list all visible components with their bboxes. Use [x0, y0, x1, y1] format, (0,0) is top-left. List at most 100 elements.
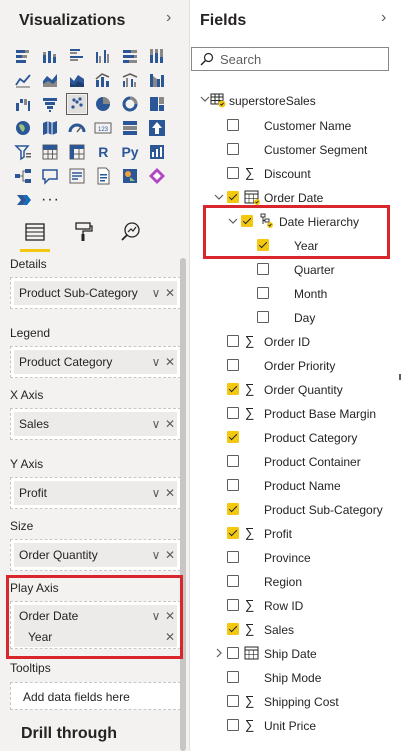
field-row[interactable]: ∑ Product Base Margin — [191, 401, 402, 425]
field-checkbox[interactable] — [227, 671, 239, 683]
collapse-fields-chevron-icon[interactable]: › — [381, 9, 386, 27]
y-axis-field-chip[interactable]: Profit ∨ ✕ — [14, 481, 177, 505]
field-checkbox[interactable] — [227, 359, 239, 371]
line-chart-icon[interactable] — [10, 68, 37, 92]
search-input[interactable] — [220, 51, 370, 67]
matrix-icon[interactable] — [63, 140, 90, 164]
clustered-column-chart-icon[interactable] — [90, 44, 117, 68]
close-icon[interactable]: ✕ — [163, 355, 177, 369]
treemap-icon[interactable] — [143, 92, 170, 116]
field-row[interactable]: Customer Name — [191, 113, 402, 137]
field-row[interactable]: Region — [191, 569, 402, 593]
field-row[interactable]: Day — [191, 305, 402, 329]
smart-narrative-icon[interactable] — [63, 164, 90, 188]
x-axis-field-chip[interactable]: Sales ∨ ✕ — [14, 412, 177, 436]
power-automate-icon[interactable] — [10, 188, 37, 212]
collapse-visualizations-chevron-icon[interactable]: › — [166, 9, 171, 27]
close-icon[interactable]: ✕ — [163, 548, 177, 562]
legend-field-chip[interactable]: Product Category ∨ ✕ — [14, 350, 177, 374]
arcgis-map-icon[interactable] — [117, 164, 144, 188]
waterfall-chart-icon[interactable] — [10, 92, 37, 116]
chevron-down-icon[interactable]: ∨ — [149, 486, 163, 500]
field-row[interactable]: ∑ Row ID — [191, 593, 402, 617]
100-stacked-column-chart-icon[interactable] — [143, 44, 170, 68]
field-row[interactable]: ∑ Profit — [191, 521, 402, 545]
field-checkbox[interactable] — [227, 383, 239, 395]
field-checkbox[interactable] — [227, 455, 239, 467]
donut-chart-icon[interactable] — [117, 92, 144, 116]
field-checkbox[interactable] — [227, 551, 239, 563]
field-row[interactable]: Ship Mode — [191, 665, 402, 689]
field-checkbox[interactable] — [257, 287, 269, 299]
field-row[interactable]: Quarter — [191, 257, 402, 281]
field-checkbox[interactable] — [227, 167, 239, 179]
gauge-icon[interactable] — [63, 116, 90, 140]
analytics-tab[interactable] — [114, 216, 148, 248]
field-row[interactable]: ∑ Sales — [191, 617, 402, 641]
close-icon[interactable]: ✕ — [163, 417, 177, 431]
chevron-down-icon[interactable]: ∨ — [149, 417, 163, 431]
y-axis-well[interactable]: Profit ∨ ✕ — [10, 477, 181, 509]
filled-map-icon[interactable] — [37, 116, 64, 140]
field-row[interactable]: ∑ Unit Price — [191, 713, 402, 737]
field-row[interactable]: Province — [191, 545, 402, 569]
field-checkbox[interactable] — [227, 191, 239, 203]
field-row[interactable]: Product Container — [191, 449, 402, 473]
field-checkbox[interactable] — [227, 479, 239, 491]
field-row[interactable]: Month — [191, 281, 402, 305]
field-checkbox[interactable] — [227, 599, 239, 611]
ribbon-chart-icon[interactable] — [143, 68, 170, 92]
paginated-report-icon[interactable] — [90, 164, 117, 188]
power-apps-icon[interactable] — [143, 164, 170, 188]
area-chart-icon[interactable] — [37, 68, 64, 92]
chevron-down-icon[interactable]: ∨ — [149, 286, 163, 300]
pie-chart-icon[interactable] — [90, 92, 117, 116]
field-row[interactable]: Product Sub-Category — [191, 497, 402, 521]
tooltips-well[interactable]: Add data fields here — [10, 682, 181, 710]
field-checkbox[interactable] — [227, 647, 239, 659]
stacked-area-chart-icon[interactable] — [63, 68, 90, 92]
format-visual-tab[interactable] — [66, 216, 100, 248]
slicer-icon[interactable] — [10, 140, 37, 164]
key-influencers-icon[interactable] — [143, 140, 170, 164]
field-checkbox[interactable] — [227, 527, 239, 539]
field-checkbox[interactable] — [227, 575, 239, 587]
decomposition-tree-icon[interactable] — [10, 164, 37, 188]
field-checkbox[interactable] — [227, 695, 239, 707]
details-well[interactable]: Product Sub-Category ∨ ✕ — [10, 277, 181, 309]
r-visual-icon[interactable]: R — [90, 140, 117, 164]
multi-row-card-icon[interactable] — [117, 116, 144, 140]
field-row[interactable]: ∑ Order Quantity — [191, 377, 402, 401]
table-icon[interactable] — [37, 140, 64, 164]
field-checkbox[interactable] — [257, 263, 269, 275]
fields-search[interactable] — [191, 47, 389, 71]
size-field-chip[interactable]: Order Quantity ∨ ✕ — [14, 543, 177, 567]
kpi-icon[interactable] — [143, 116, 170, 140]
field-row[interactable]: ∑ Shipping Cost — [191, 689, 402, 713]
chevron-down-icon[interactable]: ∨ — [149, 548, 163, 562]
size-well[interactable]: Order Quantity ∨ ✕ — [10, 539, 181, 571]
close-icon[interactable]: ✕ — [163, 286, 177, 300]
field-row[interactable]: Product Category — [191, 425, 402, 449]
legend-well[interactable]: Product Category ∨ ✕ — [10, 346, 181, 378]
stacked-column-chart-icon[interactable] — [37, 44, 64, 68]
field-checkbox[interactable] — [227, 407, 239, 419]
field-checkbox[interactable] — [227, 431, 239, 443]
chevron-down-icon[interactable] — [213, 191, 225, 203]
100-stacked-bar-chart-icon[interactable] — [117, 44, 144, 68]
clustered-bar-chart-icon[interactable] — [63, 44, 90, 68]
more-visuals-icon[interactable]: ··· — [37, 188, 64, 212]
chevron-down-icon[interactable]: ∨ — [149, 355, 163, 369]
field-checkbox[interactable] — [227, 503, 239, 515]
table-row-superstoresales[interactable]: superstoreSales — [191, 88, 402, 112]
field-row[interactable]: Product Name — [191, 473, 402, 497]
visualizations-scrollbar[interactable] — [180, 258, 186, 751]
field-checkbox[interactable] — [227, 719, 239, 731]
details-field-chip[interactable]: Product Sub-Category ∨ ✕ — [14, 281, 177, 305]
line-and-clustered-column-chart-icon[interactable] — [117, 68, 144, 92]
close-icon[interactable]: ✕ — [163, 486, 177, 500]
build-visual-tab[interactable] — [18, 216, 52, 252]
field-row[interactable]: Ship Date — [191, 641, 402, 665]
python-visual-icon[interactable]: Py — [117, 140, 144, 164]
splitter-handle[interactable] — [399, 374, 401, 380]
